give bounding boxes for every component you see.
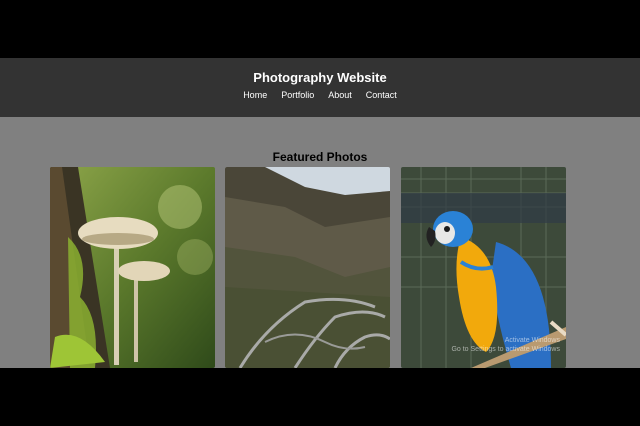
site-title: Photography Website xyxy=(253,70,387,85)
nav-portfolio-link[interactable]: Portfolio xyxy=(281,90,314,101)
mushroom-image xyxy=(50,167,215,368)
main-nav: Home Portfolio About Contact xyxy=(0,90,640,101)
browser-viewport: Photography Website Home Portfolio About… xyxy=(0,58,640,368)
photo-gallery: Activate Windows Go to Settings to activ… xyxy=(50,167,566,368)
mushroom-photo[interactable] xyxy=(50,167,215,368)
watermark-title: Activate Windows xyxy=(504,337,560,344)
nav-home-link[interactable]: Home xyxy=(243,90,267,101)
nav-contact-link[interactable]: Contact xyxy=(366,90,397,101)
parrot-photo[interactable]: Activate Windows Go to Settings to activ… xyxy=(401,167,566,368)
mountain-road-image xyxy=(225,167,390,368)
mountain-road-photo[interactable] xyxy=(225,167,390,368)
watermark-subtitle: Go to Settings to activate Windows xyxy=(451,346,560,353)
nav-about-link[interactable]: About xyxy=(328,90,352,101)
featured-photos-heading: Featured Photos xyxy=(272,150,368,164)
site-header: Photography Website Home Portfolio About… xyxy=(0,58,640,117)
windows-activation-watermark: Activate Windows Go to Settings to activ… xyxy=(451,336,560,354)
